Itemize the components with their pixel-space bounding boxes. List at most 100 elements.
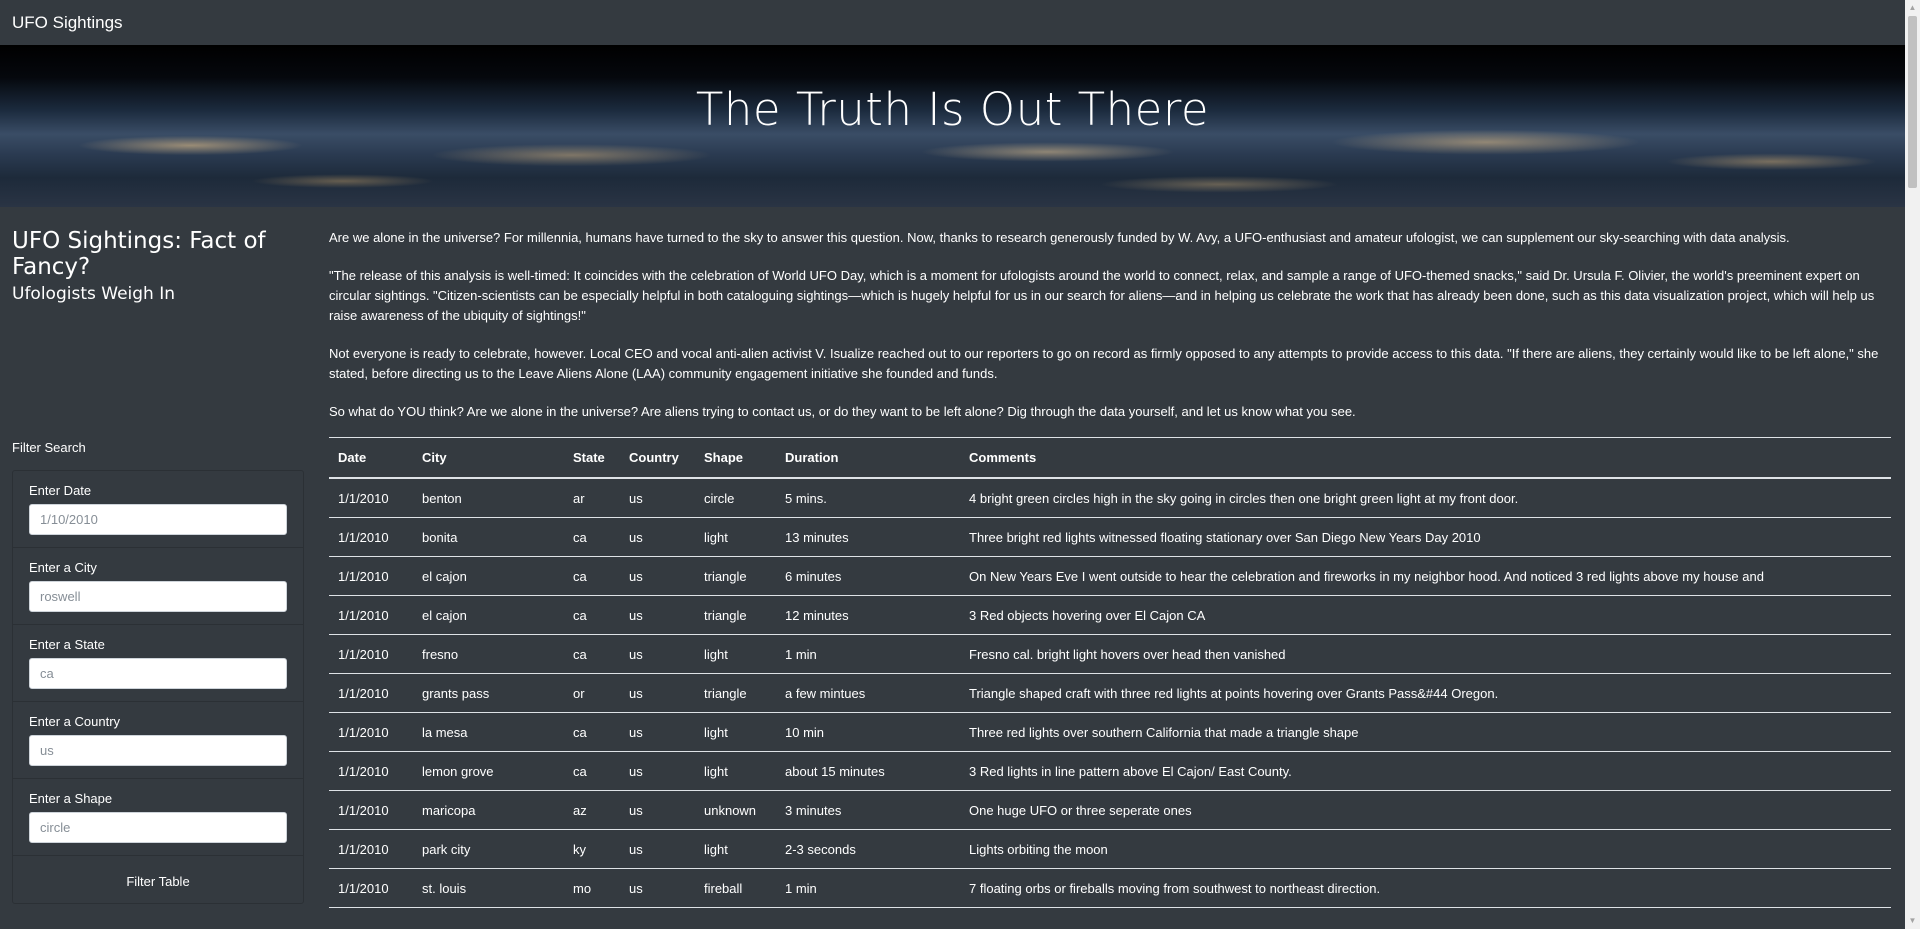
column-header-comments: Comments xyxy=(960,437,1891,479)
cell-state: ca xyxy=(564,595,620,635)
article: Are we alone in the universe? For millen… xyxy=(329,228,1891,440)
column-header-state: State xyxy=(564,437,620,479)
table-row: 1/1/2010 la mesa ca us light 10 min Three red … xyxy=(329,712,1891,752)
navbar-brand[interactable]: UFO Sightings xyxy=(12,13,123,33)
cell-country: us xyxy=(620,517,695,557)
scroll-down-arrow-icon[interactable]: ▼ xyxy=(1905,913,1920,929)
cell-duration: 6 minutes xyxy=(776,556,960,596)
sidebar-subtitle: Ufologists Weigh In xyxy=(12,284,176,304)
cell-date: 1/1/2010 xyxy=(329,634,413,674)
article-paragraph: Are we alone in the universe? For millen… xyxy=(329,230,1790,245)
cell-comments: 3 Red lights in line pattern above El Ca… xyxy=(960,751,1891,791)
hero-title: The Truth Is Out There xyxy=(695,83,1210,136)
filter-group-state: Enter a State xyxy=(13,625,303,702)
cell-shape: light xyxy=(695,712,776,752)
table-row: 1/1/2010 bonita ca us light 13 minutes Three b… xyxy=(329,517,1891,557)
article-paragraph: So what do YOU think? Are we alone in th… xyxy=(329,404,1356,419)
shape-input[interactable] xyxy=(29,812,287,843)
scrollbar-thumb[interactable] xyxy=(1908,16,1917,188)
cell-duration: 10 min xyxy=(776,712,960,752)
cell-city: el cajon xyxy=(413,595,564,635)
filter-table-button[interactable]: Filter Table xyxy=(13,856,303,906)
state-input[interactable] xyxy=(29,658,287,689)
cell-duration: 3 minutes xyxy=(776,790,960,830)
cell-state: ar xyxy=(564,478,620,518)
cell-duration: 5 mins. xyxy=(776,478,960,518)
cell-comments: Fresno cal. bright light hovers over hea… xyxy=(960,634,1891,674)
cell-date: 1/1/2010 xyxy=(329,712,413,752)
cell-comments: Lights orbiting the moon xyxy=(960,829,1891,869)
article-paragraph: Not everyone is ready to celebrate, howe… xyxy=(329,346,1879,381)
cell-shape: triangle xyxy=(695,595,776,635)
cell-comments: Three bright red lights witnessed floati… xyxy=(960,517,1891,557)
cell-city: fresno xyxy=(413,634,564,674)
country-input[interactable] xyxy=(29,735,287,766)
table-row: 1/1/2010 st. louis mo us fireball 1 min 7 floa… xyxy=(329,868,1891,908)
cell-country: us xyxy=(620,868,695,908)
table-body: 1/1/2010 benton ar us circle 5 mins. 4 bright … xyxy=(329,478,1891,908)
filter-group-date: Enter Date xyxy=(13,471,303,548)
cell-country: us xyxy=(620,595,695,635)
cell-city: maricopa xyxy=(413,790,564,830)
cell-duration: 1 min xyxy=(776,868,960,908)
cell-date: 1/1/2010 xyxy=(329,751,413,791)
cell-date: 1/1/2010 xyxy=(329,556,413,596)
ufo-table: Date City State Country Shape Duration C… xyxy=(329,437,1891,908)
cell-date: 1/1/2010 xyxy=(329,478,413,518)
sidebar: UFO Sightings: Fact of Fancy? Ufologists… xyxy=(12,228,304,304)
cell-shape: unknown xyxy=(695,790,776,830)
cell-country: us xyxy=(620,751,695,791)
date-input[interactable] xyxy=(29,504,287,535)
table-row: 1/1/2010 el cajon ca us triangle 6 minutes On … xyxy=(329,556,1891,596)
cell-city: park city xyxy=(413,829,564,869)
column-header-city: City xyxy=(413,437,564,479)
cell-comments: Triangle shaped craft with three red lig… xyxy=(960,673,1891,713)
table-row: 1/1/2010 grants pass or us triangle a few min… xyxy=(329,673,1891,713)
table-row: 1/1/2010 benton ar us circle 5 mins. 4 bright … xyxy=(329,478,1891,518)
cell-city: st. louis xyxy=(413,868,564,908)
article-paragraph: "The release of this analysis is well-ti… xyxy=(329,268,1875,323)
page-scrollbar[interactable]: ▲ ▼ xyxy=(1905,0,1920,929)
filter-group-city: Enter a City xyxy=(13,548,303,625)
filter-group-shape: Enter a Shape xyxy=(13,779,303,856)
shape-label: Enter a Shape xyxy=(29,791,113,806)
cell-state: ca xyxy=(564,556,620,596)
sidebar-title: UFO Sightings: Fact of Fancy? xyxy=(12,228,266,280)
cell-state: or xyxy=(564,673,620,713)
cell-state: ky xyxy=(564,829,620,869)
cell-city: el cajon xyxy=(413,556,564,596)
cell-country: us xyxy=(620,634,695,674)
cell-shape: light xyxy=(695,517,776,557)
hero-banner: The Truth Is Out There xyxy=(0,45,1905,207)
column-header-date: Date xyxy=(329,437,413,479)
cell-shape: triangle xyxy=(695,556,776,596)
cell-duration: 1 min xyxy=(776,634,960,674)
cell-country: us xyxy=(620,556,695,596)
cell-country: us xyxy=(620,829,695,869)
cell-duration: a few mintues xyxy=(776,673,960,713)
cell-shape: circle xyxy=(695,478,776,518)
cell-comments: One huge UFO or three seperate ones xyxy=(960,790,1891,830)
cell-date: 1/1/2010 xyxy=(329,517,413,557)
cell-state: az xyxy=(564,790,620,830)
navbar: UFO Sightings xyxy=(0,0,1920,45)
filter-form: Enter Date Enter a City Enter a State En… xyxy=(12,470,304,904)
cell-state: ca xyxy=(564,634,620,674)
cell-duration: 12 minutes xyxy=(776,595,960,635)
cell-date: 1/1/2010 xyxy=(329,595,413,635)
cell-state: ca xyxy=(564,712,620,752)
table-row: 1/1/2010 el cajon ca us triangle 12 minutes 3 … xyxy=(329,595,1891,635)
cell-country: us xyxy=(620,673,695,713)
cell-shape: triangle xyxy=(695,673,776,713)
city-label: Enter a City xyxy=(29,560,97,575)
cell-comments: On New Years Eve I went outside to hear … xyxy=(960,556,1891,596)
cell-city: bonita xyxy=(413,517,564,557)
city-input[interactable] xyxy=(29,581,287,612)
scroll-up-arrow-icon[interactable]: ▲ xyxy=(1905,0,1920,16)
cell-comments: Three red lights over southern Californi… xyxy=(960,712,1891,752)
table-row: 1/1/2010 fresno ca us light 1 min Fresno cal. … xyxy=(329,634,1891,674)
filter-group-country: Enter a Country xyxy=(13,702,303,779)
cell-state: ca xyxy=(564,517,620,557)
cell-country: us xyxy=(620,790,695,830)
table-row: 1/1/2010 maricopa az us unknown 3 minutes One … xyxy=(329,790,1891,830)
